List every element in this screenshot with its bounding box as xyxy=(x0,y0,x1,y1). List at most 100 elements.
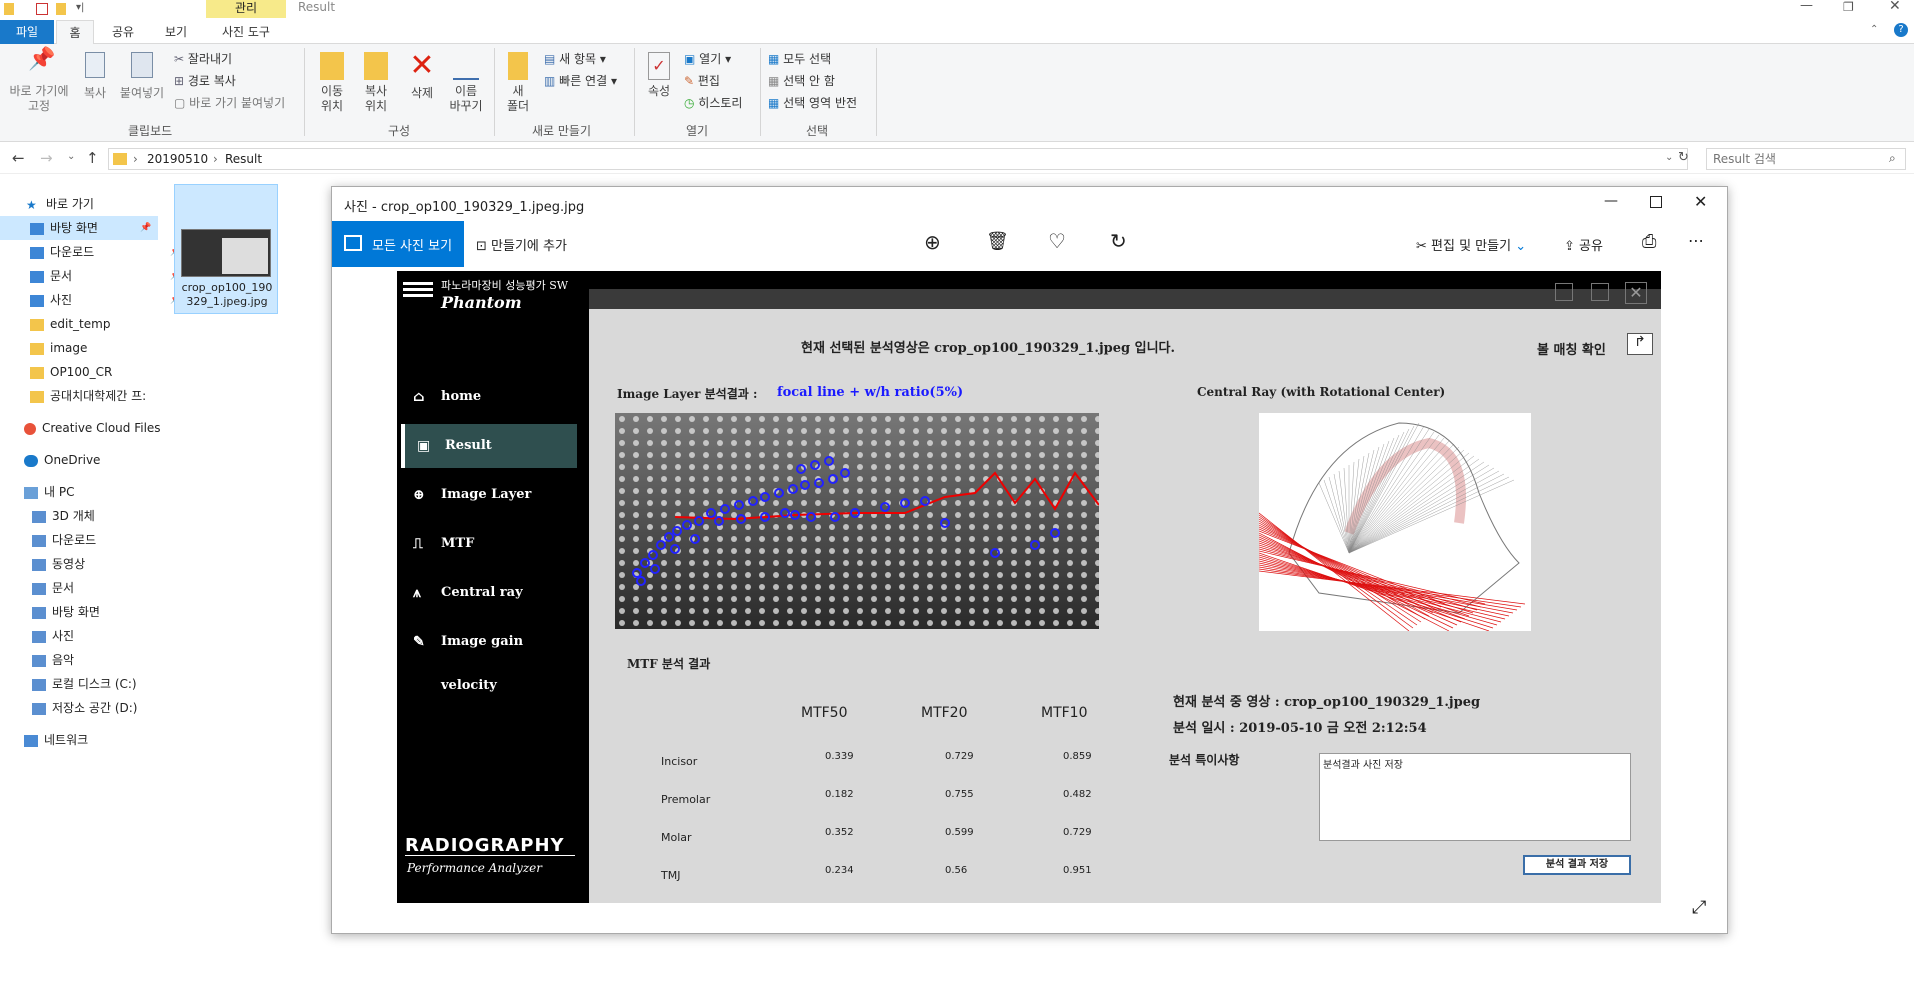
nav-pc-item[interactable]: 다운로드 xyxy=(32,528,190,552)
search-input[interactable] xyxy=(1713,151,1873,167)
copy-to-button[interactable]: 복사 위치 xyxy=(356,52,396,114)
pin-icon[interactable]: 📌 xyxy=(140,216,151,240)
new-folder-button[interactable]: 새 폴더 xyxy=(502,52,534,114)
close-button[interactable]: ✕ xyxy=(1889,0,1901,14)
forward-arrow-icon[interactable]: → xyxy=(40,149,53,167)
address-input[interactable]: › 20190510 › Result ⌄ xyxy=(108,148,1688,170)
new-folder-quick-icon[interactable] xyxy=(56,3,66,15)
file-item[interactable]: crop_op100_190 329_1.jpeg.jpg xyxy=(174,184,278,314)
select-none-button[interactable]: ▦ 선택 안 함 xyxy=(768,72,835,89)
add-to-creation-button[interactable]: ⊡ 만들기에 추가 xyxy=(476,235,567,254)
nav-quick-access[interactable]: ★ 바로 가기 xyxy=(26,192,184,216)
history-button[interactable]: ◷ 히스토리 xyxy=(684,94,742,111)
hamburger-icon[interactable] xyxy=(403,279,433,300)
heart-icon[interactable]: ♡ xyxy=(1048,229,1066,253)
easy-access-button[interactable]: ▥ 빠른 연결 ▾ xyxy=(544,72,617,89)
nav-pc-item[interactable]: 3D 개체 xyxy=(32,504,190,528)
search-box[interactable]: ⌕ xyxy=(1706,148,1906,170)
tab-picture-tools[interactable]: 사진 도구 xyxy=(206,20,286,44)
nav-quick-item[interactable]: 공대치대학제간 프: xyxy=(30,384,188,408)
nav-quick-item[interactable]: edit_temp xyxy=(30,312,188,336)
breadcrumb-item[interactable]: Result xyxy=(225,152,262,166)
select-all-label: 모두 선택 xyxy=(783,52,832,66)
nav-creative-cloud[interactable]: Creative Cloud Files xyxy=(24,416,182,440)
sidebar-item-image-gain-velocity[interactable]: ✎ Image gain velocity xyxy=(401,620,577,693)
app-close-button[interactable]: ✕ xyxy=(1625,282,1647,304)
nav-pc-item[interactable]: 문서 xyxy=(32,576,190,600)
app-maximize-button[interactable] xyxy=(1591,283,1609,301)
save-result-button[interactable]: 분석 결과 저장 xyxy=(1523,855,1631,875)
properties-button[interactable]: ✓ 속성 xyxy=(642,52,676,99)
paste-button[interactable]: 붙여넣기 xyxy=(116,52,168,101)
zoom-icon[interactable]: ⊕ xyxy=(924,230,941,254)
help-icon[interactable]: ? xyxy=(1894,23,1908,37)
sidebar-item-home[interactable]: ⌂ home xyxy=(401,375,577,419)
breadcrumb-item[interactable]: 20190510 xyxy=(147,152,208,166)
nav-quick-item[interactable]: 다운로드📌 xyxy=(30,240,188,264)
invert-selection-button[interactable]: ▦ 선택 영역 반전 xyxy=(768,94,857,111)
nav-quick-item[interactable]: 문서📌 xyxy=(30,264,188,288)
sidebar-item-result[interactable]: ▣ Result xyxy=(401,424,577,468)
sidebar-item-image-layer[interactable]: ⊕ Image Layer xyxy=(401,473,577,517)
quick-access-dropdown-icon[interactable]: ▾| xyxy=(76,2,84,13)
nav-pc-item[interactable]: 바탕 화면 xyxy=(32,600,190,624)
print-icon[interactable]: ⎙ xyxy=(1642,231,1656,252)
back-arrow-icon[interactable]: ← xyxy=(12,149,25,167)
nav-quick-item[interactable]: 사진📌 xyxy=(30,288,188,312)
star-icon: ★ xyxy=(26,197,37,212)
open-button[interactable]: ▣ 열기 ▾ xyxy=(684,50,731,67)
address-dropdown-icon[interactable]: ⌄ xyxy=(1665,152,1673,163)
nav-pc-item[interactable]: 음악 xyxy=(32,648,190,672)
nav-pc-item[interactable]: 저장소 공간 (D:) xyxy=(32,696,190,720)
rename-button[interactable]: 이름 바꾸기 xyxy=(446,52,486,114)
nav-quick-item[interactable]: OP100_CR xyxy=(30,360,188,384)
nav-this-pc[interactable]: 내 PC xyxy=(24,480,182,504)
nav-onedrive[interactable]: OneDrive xyxy=(24,448,182,472)
ribbon-collapse-icon[interactable]: ⌃ xyxy=(1870,24,1878,35)
nav-quick-item[interactable]: image xyxy=(30,336,188,360)
fullscreen-expand-icon[interactable]: ⤢ xyxy=(1692,897,1706,918)
nav-pc-item[interactable]: 사진 xyxy=(32,624,190,648)
new-folder-label: 새 폴더 xyxy=(506,84,530,113)
tab-share[interactable]: 공유 xyxy=(102,20,144,44)
all-photos-button[interactable]: 모든 사진 보기 xyxy=(332,221,464,267)
sidebar-item-central-ray[interactable]: ⩚ Central ray xyxy=(401,571,577,615)
edit-create-button[interactable]: ✂ 편집 및 만들기 ⌄ xyxy=(1416,235,1526,254)
new-item-button[interactable]: ▤ 새 항목 ▾ xyxy=(544,50,606,67)
sidebar-item-mtf[interactable]: ⎍ MTF xyxy=(401,522,577,566)
up-arrow-icon[interactable]: ↑ xyxy=(86,149,99,167)
tab-view[interactable]: 보기 xyxy=(155,20,197,44)
nav-pc-item[interactable]: 동영상 xyxy=(32,552,190,576)
nav-quick-item[interactable]: 바탕 화면 📌 xyxy=(0,216,158,240)
share-button[interactable]: ⇪ 공유 xyxy=(1564,235,1603,254)
refresh-icon[interactable]: ↻ xyxy=(1678,150,1689,165)
nav-network[interactable]: 네트워크 xyxy=(24,728,182,752)
paste-shortcut-button[interactable]: ▢ 바로 가기 붙여넣기 xyxy=(174,94,285,111)
minimize-button[interactable]: — xyxy=(1800,0,1813,13)
app-minimize-button[interactable] xyxy=(1555,283,1573,301)
tab-home[interactable]: 홈 xyxy=(56,20,94,44)
notes-textarea[interactable]: 분석결과 사진 저장 xyxy=(1319,753,1631,841)
photos-maximize-button[interactable] xyxy=(1650,196,1662,208)
select-all-button[interactable]: ▦ 모두 선택 xyxy=(768,50,831,67)
pin-quick-access-button[interactable]: 📌 바로 가기에 고정 xyxy=(6,49,72,114)
photos-close-button[interactable]: ✕ xyxy=(1694,192,1707,211)
dental-arch xyxy=(1344,437,1466,535)
delete-button[interactable]: ✕ 삭제 xyxy=(404,51,440,101)
photos-minimize-button[interactable]: — xyxy=(1604,193,1618,209)
cut-button[interactable]: ✂ 잘라내기 xyxy=(174,50,232,67)
properties-quick-icon[interactable] xyxy=(36,3,48,15)
nav-pc-item[interactable]: 로컬 디스크 (C:) xyxy=(32,672,190,696)
restore-button[interactable]: ❐ xyxy=(1843,0,1854,14)
tab-file[interactable]: 파일 xyxy=(0,20,54,44)
more-icon[interactable]: ⋯ xyxy=(1688,231,1704,250)
search-icon[interactable]: ⌕ xyxy=(1889,151,1896,166)
copy-button[interactable]: 복사 xyxy=(78,52,112,101)
delete-icon[interactable]: 🗑 xyxy=(986,231,1009,252)
recent-locations-icon[interactable]: ⌄ xyxy=(67,151,75,162)
rotate-icon[interactable]: ↻ xyxy=(1110,229,1127,253)
ball-matching-button[interactable]: ↱ xyxy=(1627,333,1653,355)
edit-button[interactable]: ✎ 편집 xyxy=(684,72,720,89)
move-to-button[interactable]: 이동 위치 xyxy=(312,52,352,114)
copy-path-button[interactable]: ⊞ 경로 복사 xyxy=(174,72,236,89)
